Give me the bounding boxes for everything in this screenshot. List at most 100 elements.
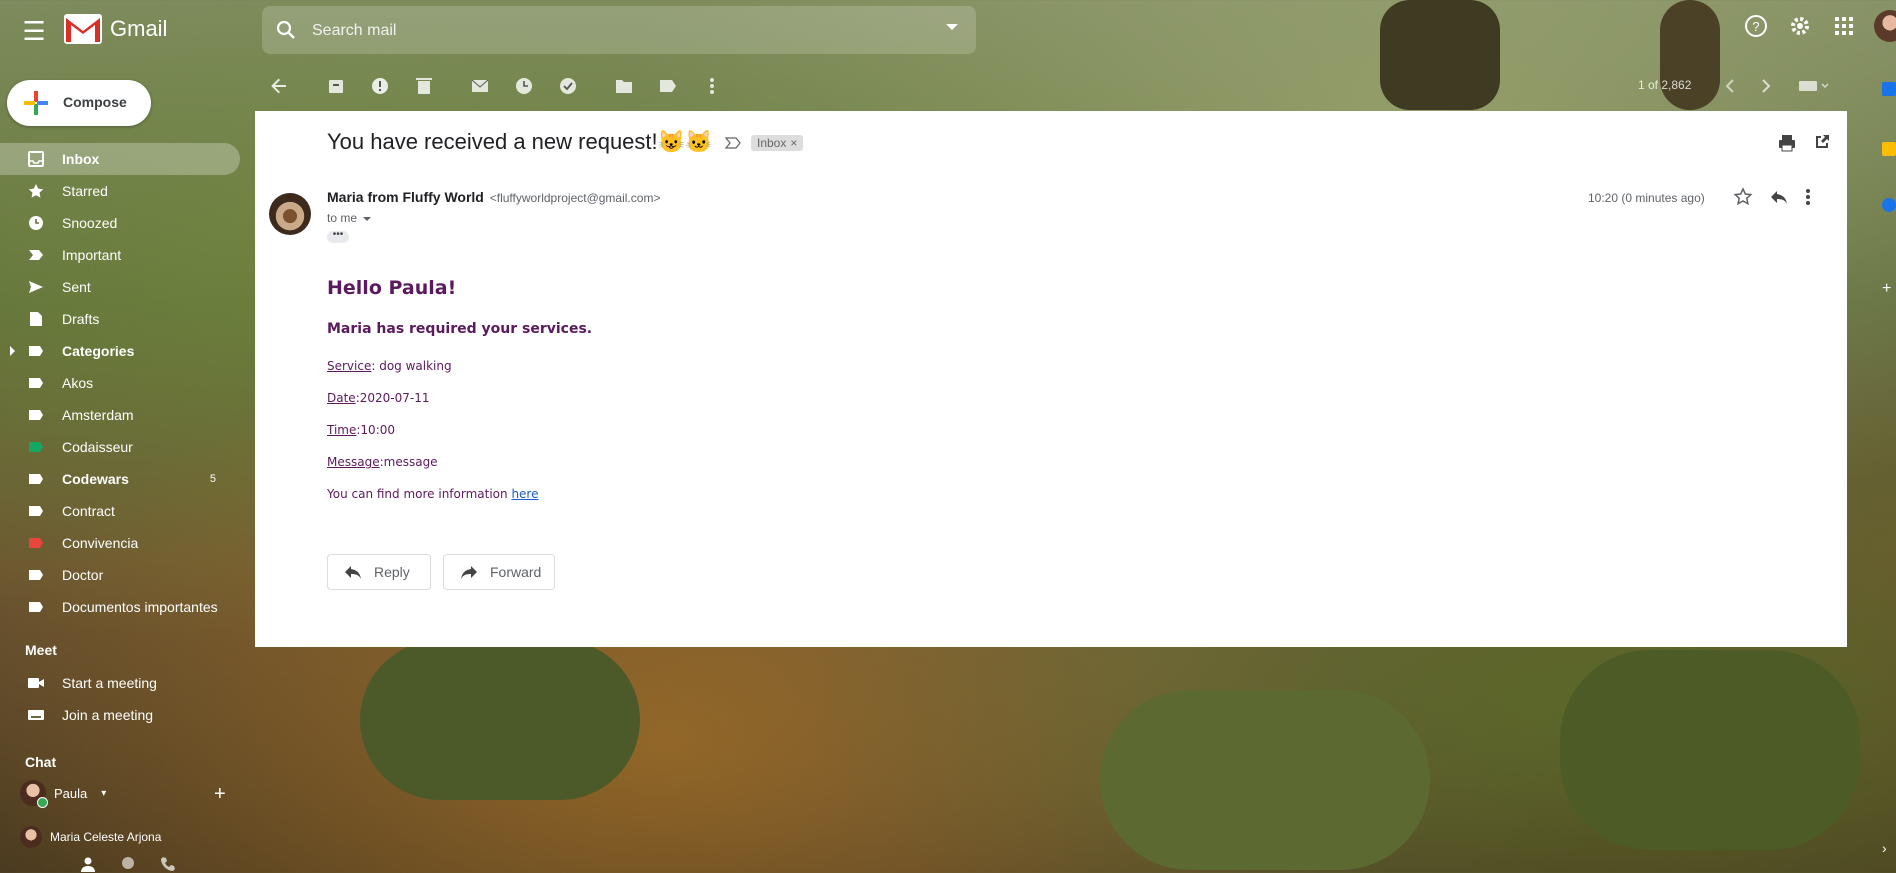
svg-text:?: ?	[1752, 19, 1759, 34]
more-info-link[interactable]: here	[511, 487, 538, 501]
sidebar-item-sent[interactable]: Sent	[0, 271, 240, 303]
reply-icon[interactable]	[1769, 187, 1789, 207]
expand-caret-icon[interactable]	[10, 346, 15, 356]
sender-name[interactable]: Maria from Fluffy World	[327, 189, 484, 205]
delete-icon[interactable]	[412, 74, 436, 98]
gmail-logo[interactable]: Gmail	[64, 14, 167, 44]
newer-chevron-icon[interactable]	[1718, 74, 1742, 98]
apps-grid-icon[interactable]	[1830, 12, 1858, 40]
add-to-tasks-icon[interactable]	[556, 74, 580, 98]
sidebar-item-label: Doctor	[62, 567, 104, 583]
report-spam-icon[interactable]	[368, 74, 392, 98]
inbox-label-chip[interactable]: Inbox ×	[751, 135, 804, 151]
sidebar-item-important[interactable]: Important	[0, 239, 240, 271]
tasks-icon[interactable]	[1882, 198, 1896, 212]
chat-bottom-tabs	[80, 856, 176, 872]
recipients-toggle[interactable]: to me	[327, 211, 372, 225]
sidebar-item-inbox[interactable]: Inbox	[0, 143, 240, 175]
chat-user-self[interactable]: Paula ▾	[20, 780, 106, 808]
compose-button[interactable]: Compose	[7, 80, 151, 126]
phone-icon[interactable]	[160, 856, 176, 872]
help-icon[interactable]: ?	[1742, 12, 1770, 40]
more-vert-icon[interactable]	[1805, 187, 1811, 207]
star-icon	[26, 181, 46, 201]
sidebar-item-starred[interactable]: Starred	[0, 175, 240, 207]
archive-icon[interactable]	[324, 74, 348, 98]
gmail-m-icon	[64, 14, 102, 44]
label-icon	[26, 405, 46, 425]
mark-unread-icon[interactable]	[468, 74, 492, 98]
search-icon[interactable]	[274, 18, 298, 42]
time-value: :10:00	[356, 423, 395, 437]
background-rock	[1560, 650, 1860, 850]
remove-label-icon[interactable]: ×	[790, 136, 797, 150]
more-vert-icon[interactable]	[700, 74, 724, 98]
sidebar-item-doctor[interactable]: Doctor	[0, 559, 240, 591]
search-input[interactable]	[310, 6, 914, 56]
label-icon	[26, 597, 46, 617]
label-icon	[26, 469, 46, 489]
star-icon[interactable]	[1733, 187, 1753, 207]
hangouts-icon[interactable]	[120, 856, 136, 872]
inbox-icon	[26, 149, 46, 169]
forward-label: Forward	[490, 564, 542, 580]
join-meeting-button[interactable]: Join a meeting	[0, 700, 240, 730]
service-key: Service	[327, 359, 372, 373]
chat-section-title: Chat	[25, 754, 57, 770]
label-icon	[26, 437, 46, 457]
main-menu-icon[interactable]: ☰	[18, 16, 50, 46]
add-addon-plus-icon[interactable]: +	[1882, 280, 1891, 298]
sender-avatar[interactable]	[269, 193, 311, 235]
new-chat-plus-icon[interactable]: +	[214, 783, 226, 806]
service-value: : dog walking	[371, 359, 452, 373]
settings-gear-icon[interactable]	[1786, 12, 1814, 40]
label-icon	[26, 565, 46, 585]
sidebar-item-akos[interactable]: Akos	[0, 367, 240, 399]
chevron-right-icon[interactable]: ›	[1882, 840, 1887, 856]
body-service-line: Service: dog walking	[327, 359, 452, 373]
importance-marker-icon[interactable]	[725, 137, 741, 149]
back-arrow-icon[interactable]	[267, 74, 291, 98]
sidebar-item-codaisseur[interactable]: Codaisseur	[0, 431, 240, 463]
compose-plus-icon	[24, 91, 48, 115]
show-trimmed-content-button[interactable]: •••	[327, 230, 349, 243]
label-icon	[26, 341, 46, 361]
start-meeting-button[interactable]: Start a meeting	[0, 668, 240, 698]
sidebar-item-drafts[interactable]: Drafts	[0, 303, 240, 335]
sidebar-item-amsterdam[interactable]: Amsterdam	[0, 399, 240, 431]
sidebar-item-label: Codaisseur	[62, 439, 133, 455]
person-icon[interactable]	[80, 856, 96, 872]
sidebar-item-documentos-importantes[interactable]: Documentos importantes	[0, 591, 240, 623]
search-box[interactable]	[262, 6, 976, 56]
sidebar-item-label: Amsterdam	[62, 407, 134, 423]
search-options-icon[interactable]	[946, 24, 958, 30]
chevron-down-icon[interactable]: ▾	[101, 788, 106, 799]
sidebar-item-snoozed[interactable]: Snoozed	[0, 207, 240, 239]
move-to-icon[interactable]	[612, 74, 636, 98]
reply-button[interactable]: Reply	[327, 554, 431, 590]
account-avatar[interactable]	[1874, 10, 1896, 42]
clock-icon	[26, 213, 46, 233]
sidebar-item-codewars[interactable]: Codewars 5	[0, 463, 240, 495]
open-in-new-window-icon[interactable]	[1813, 133, 1831, 151]
message-actions	[1733, 187, 1811, 207]
message-value: :message	[379, 455, 438, 469]
keep-icon[interactable]	[1882, 142, 1896, 156]
older-chevron-icon[interactable]	[1754, 74, 1778, 98]
forward-button[interactable]: Forward	[443, 554, 555, 590]
sidebar-item-label: Starred	[62, 183, 108, 199]
sidebar-item-categories[interactable]: Categories	[0, 335, 240, 367]
start-meeting-label: Start a meeting	[62, 675, 157, 691]
sidebar-item-contract[interactable]: Contract	[0, 495, 240, 527]
input-tools-keyboard-icon[interactable]	[1794, 74, 1834, 98]
avatar	[20, 780, 48, 808]
labels-icon[interactable]	[656, 74, 680, 98]
body-time-line: Time:10:00	[327, 423, 395, 437]
snooze-icon[interactable]	[512, 74, 536, 98]
calendar-icon[interactable]	[1882, 82, 1896, 96]
chat-user-contact[interactable]: Maria Celeste Arjona	[20, 826, 161, 848]
sidebar-item-convivencia[interactable]: Convivencia	[0, 527, 240, 559]
message-toolbar: 1 of 2,862	[260, 68, 1840, 104]
chat-user-name: Maria Celeste Arjona	[50, 830, 162, 844]
print-icon[interactable]	[1777, 133, 1797, 153]
